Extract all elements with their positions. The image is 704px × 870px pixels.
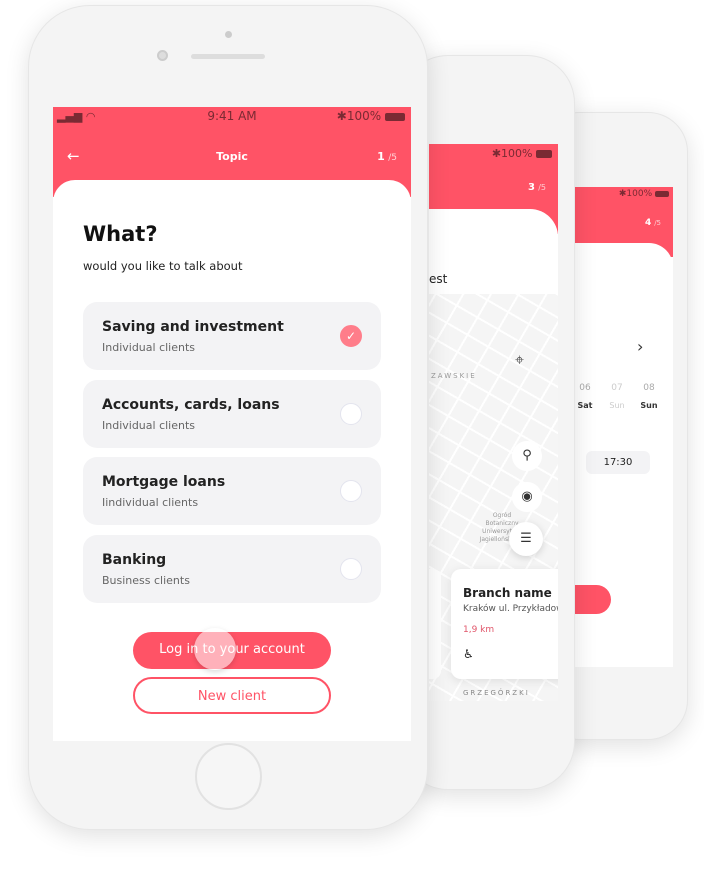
topic-option-saving[interactable]: Saving and investment Individual clients ✓ <box>83 302 381 370</box>
option-subtitle: Individual clients <box>102 419 196 432</box>
new-client-label: New client <box>197 689 267 704</box>
battery-text: 100% <box>626 189 653 199</box>
checkmark-icon[interactable]: ✓ <box>340 325 362 347</box>
battery-icon <box>385 112 405 121</box>
step-total: /5 <box>654 219 661 227</box>
touch-indicator <box>194 628 236 670</box>
date-day: Sun <box>640 401 658 410</box>
page-subheading: would you like to talk about <box>83 259 243 273</box>
title-fragment: est <box>429 272 448 286</box>
confirm-button[interactable] <box>575 585 611 614</box>
branch-card[interactable]: Branch name Kraków ul. Przykładowa 1,9 k… <box>451 569 558 679</box>
option-subtitle: Iindividual clients <box>102 496 199 509</box>
speaker <box>191 54 265 59</box>
battery-text: 100% <box>501 147 533 160</box>
step-total: /5 <box>388 153 397 163</box>
map-label: GRZEGÓRZKI <box>463 689 530 697</box>
map-label: ZAWSKIE <box>431 372 477 380</box>
wheelchair-icon: ♿ <box>463 647 474 661</box>
option-title: Mortgage loans <box>102 474 226 490</box>
home-button[interactable] <box>195 743 262 810</box>
bluetooth-icon: ✱ <box>491 147 502 160</box>
proximity-sensor <box>225 31 232 38</box>
date-number: 08 <box>643 383 655 393</box>
option-subtitle: Business clients <box>102 574 190 587</box>
option-title: Accounts, cards, loans <box>102 397 280 413</box>
page-heading: What? <box>83 222 158 246</box>
locate-icon[interactable]: ◉ <box>512 482 542 512</box>
next-month-icon[interactable]: › <box>637 337 643 356</box>
date-day: Sat <box>577 401 593 410</box>
topic-option-banking[interactable]: Banking Business clients <box>83 535 381 603</box>
step-total: /5 <box>538 183 546 192</box>
date-item[interactable]: 07 Sun <box>607 383 627 410</box>
date-item[interactable]: 06 Sat <box>575 383 595 410</box>
battery-icon <box>655 190 669 197</box>
branch-address: Kraków ul. Przykładowa <box>463 604 558 614</box>
topic-option-accounts[interactable]: Accounts, cards, loans Individual clients <box>83 380 381 448</box>
location-pin-icon[interactable]: ⌖ <box>515 350 524 370</box>
branch-name: Branch name <box>463 586 552 600</box>
topic-option-mortgage[interactable]: Mortgage loans Iindividual clients <box>83 457 381 525</box>
date-item[interactable]: 08 Sun <box>639 383 659 410</box>
branch-distance: 1,9 km <box>463 625 495 635</box>
front-camera <box>157 50 168 61</box>
step-number: 4 <box>645 218 652 228</box>
option-title: Banking <box>102 552 167 568</box>
search-icon[interactable]: ⚲ <box>512 441 542 471</box>
branch-card-prev[interactable] <box>429 569 441 679</box>
option-subtitle: Individual clients <box>102 341 196 354</box>
date-day: Sun <box>609 401 625 410</box>
new-client-button[interactable]: New client <box>133 677 331 714</box>
step-number: 3 <box>528 182 536 193</box>
step-number: 1 <box>377 150 385 163</box>
option-title: Saving and investment <box>102 319 284 335</box>
list-icon[interactable]: ☰ <box>509 522 543 556</box>
radio-icon[interactable] <box>340 403 362 425</box>
phone-step-1: ▂▄▆ ◠ 9:41 AM ✱100% ← Topic 1 /5 What? w… <box>28 5 428 830</box>
battery-text: 100% <box>346 109 382 123</box>
time-slot[interactable]: 17:30 <box>586 451 650 474</box>
date-number: 06 <box>579 383 591 393</box>
radio-icon[interactable] <box>340 480 362 502</box>
date-number: 07 <box>611 383 623 393</box>
radio-icon[interactable] <box>340 558 362 580</box>
header-title: Topic <box>216 150 248 163</box>
battery-icon <box>536 150 552 158</box>
bluetooth-icon: ✱ <box>336 109 347 123</box>
